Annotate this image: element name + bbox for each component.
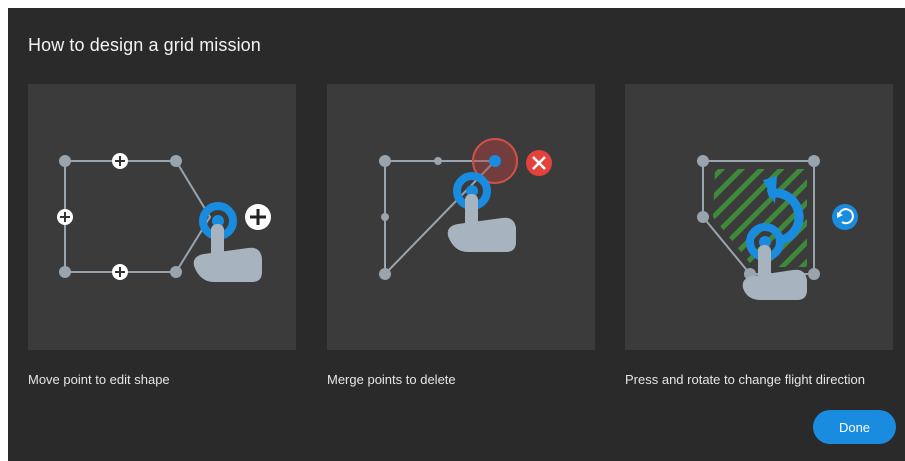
caption-merge-points: Merge points to delete: [327, 372, 456, 387]
rotate-direction-illustration: [697, 155, 858, 300]
caption-move-point: Move point to edit shape: [28, 372, 170, 387]
caption-rotate-direction: Press and rotate to change flight direct…: [625, 372, 865, 387]
add-point-icon: [112, 264, 128, 280]
card-move-point: [28, 84, 296, 350]
merge-points-illustration: [379, 138, 552, 280]
delete-icon: [526, 150, 552, 176]
move-point-illustration: [57, 153, 271, 282]
rotate-icon: [832, 204, 858, 230]
done-button[interactable]: Done: [813, 410, 896, 444]
add-point-icon: [245, 204, 271, 230]
add-point-icon: [57, 209, 73, 225]
grid-mission-tutorial-dialog: How to design a grid mission Move point …: [8, 8, 905, 461]
dialog-title: How to design a grid mission: [28, 35, 261, 55]
add-point-icon: [112, 153, 128, 169]
card-rotate-direction: [625, 84, 893, 350]
merge-target-point: [489, 155, 501, 167]
card-merge-points: [327, 84, 595, 350]
